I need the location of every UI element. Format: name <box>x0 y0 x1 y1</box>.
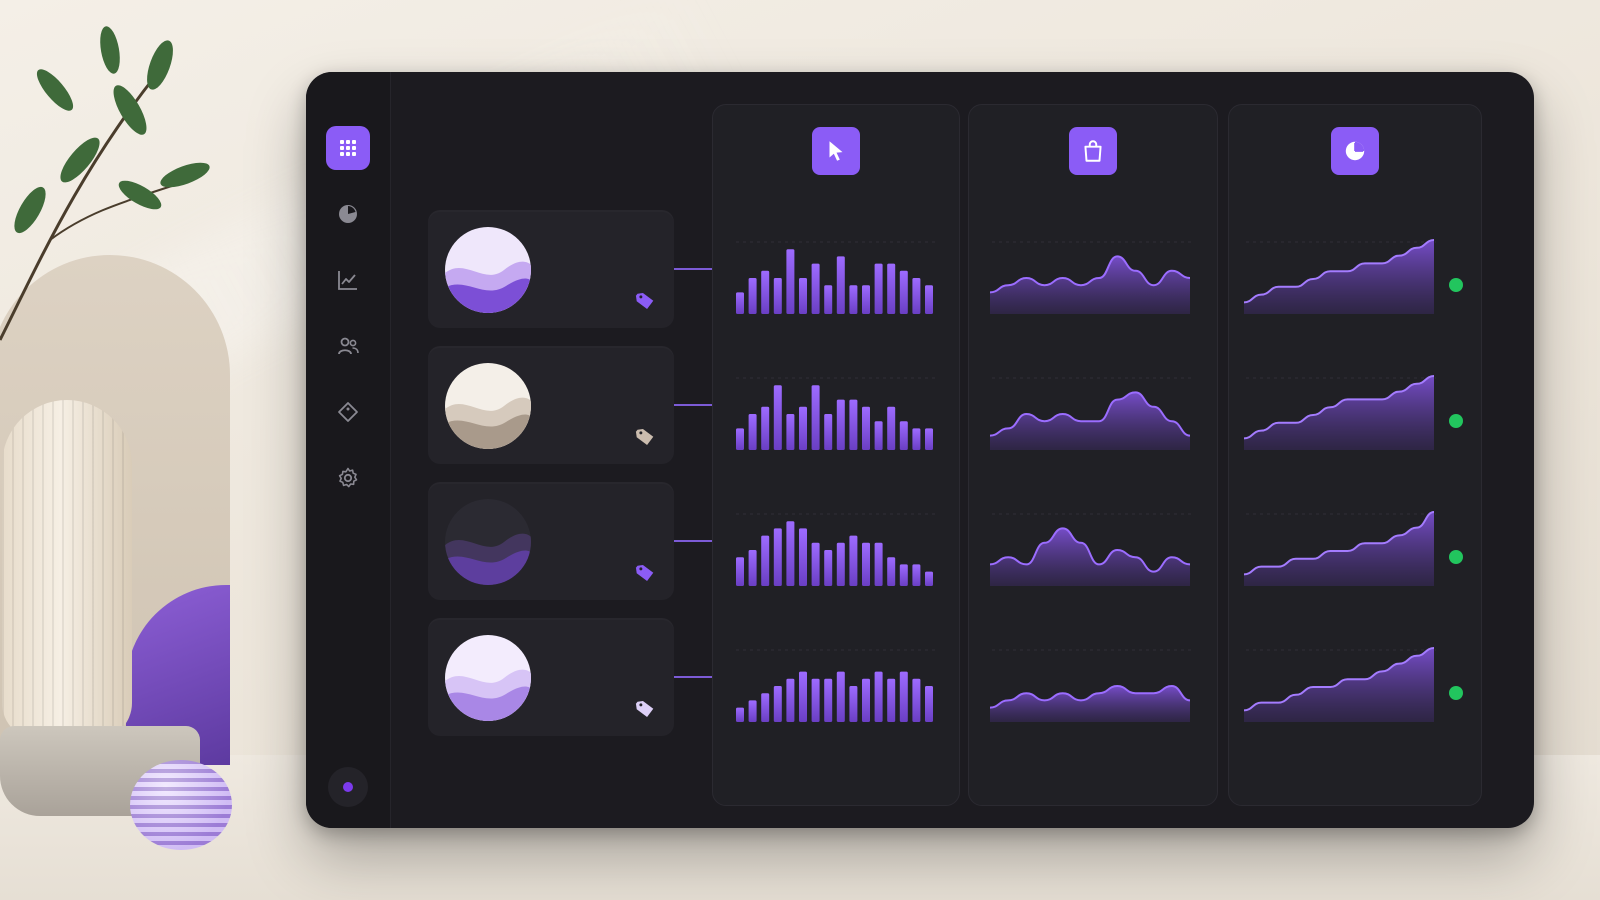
glass-sphere-decor <box>130 760 232 850</box>
bar <box>836 542 845 586</box>
bar <box>761 535 770 586</box>
bar <box>912 278 921 314</box>
bar <box>786 521 795 586</box>
arch-decor <box>0 255 230 775</box>
bar <box>799 671 807 722</box>
status-indicator <box>1449 686 1463 700</box>
dashboard-window <box>306 72 1534 828</box>
bar <box>773 385 782 450</box>
bar <box>849 285 858 314</box>
bar <box>925 428 933 450</box>
bar <box>736 707 744 722</box>
bar <box>736 557 744 586</box>
bar <box>773 686 782 722</box>
bar <box>899 270 908 314</box>
bar <box>799 528 807 586</box>
bar <box>862 678 870 722</box>
bar <box>799 406 807 450</box>
bar <box>887 263 896 314</box>
growth-area <box>1244 376 1434 450</box>
bar <box>925 686 933 722</box>
bar <box>748 278 757 314</box>
bar <box>824 285 833 314</box>
plant-branch-decor <box>0 26 210 341</box>
growth-area <box>1244 240 1434 314</box>
growth-area <box>1244 512 1434 586</box>
bar <box>862 285 870 314</box>
bar <box>786 249 795 314</box>
bar <box>736 292 744 314</box>
bar <box>887 678 896 722</box>
growth-area <box>1244 648 1434 722</box>
bar <box>887 557 896 586</box>
bar <box>849 686 858 722</box>
bar <box>773 528 782 586</box>
status-indicator <box>1449 414 1463 428</box>
bar <box>836 399 845 450</box>
bar <box>748 550 757 586</box>
bar <box>925 285 933 314</box>
bar <box>761 270 770 314</box>
bar <box>748 414 757 450</box>
purple-block-decor <box>126 585 230 765</box>
bar <box>773 278 782 314</box>
bar <box>849 535 858 586</box>
bar <box>761 693 770 722</box>
bar <box>836 256 845 314</box>
bar <box>811 263 820 314</box>
bar <box>824 678 833 722</box>
bar <box>811 385 820 450</box>
bar <box>912 678 921 722</box>
bar <box>736 428 744 450</box>
bar <box>874 421 883 450</box>
bar <box>925 571 933 586</box>
bar <box>912 564 921 586</box>
bar <box>748 700 757 722</box>
bar <box>811 542 820 586</box>
bar <box>874 671 883 722</box>
status-indicator <box>1449 550 1463 564</box>
bar <box>912 428 921 450</box>
bar <box>786 678 795 722</box>
wave-area <box>990 256 1190 314</box>
vase-decor <box>2 400 132 740</box>
bar <box>862 406 870 450</box>
bar <box>761 406 770 450</box>
bar <box>786 414 795 450</box>
bar <box>811 678 820 722</box>
bar <box>799 278 807 314</box>
bar <box>887 406 896 450</box>
bar <box>899 671 908 722</box>
bar <box>849 399 858 450</box>
bar <box>899 564 908 586</box>
bar <box>874 263 883 314</box>
bar <box>862 542 870 586</box>
bar <box>824 550 833 586</box>
bar <box>836 671 845 722</box>
wave-area <box>990 528 1190 586</box>
bar <box>824 414 833 450</box>
bar <box>899 421 908 450</box>
stone-plinth-decor <box>0 726 200 816</box>
metrics-charts <box>736 239 1436 722</box>
bar <box>874 542 883 586</box>
status-indicator <box>1449 278 1463 292</box>
